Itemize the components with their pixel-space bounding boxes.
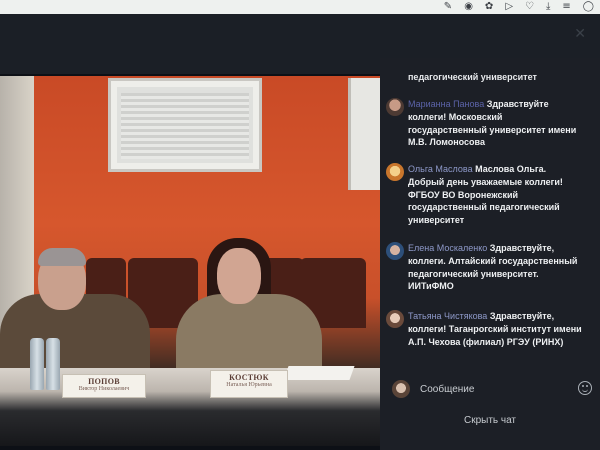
chat-panel: педагогический университет Марианна Пано… <box>380 58 600 450</box>
browser-toolbar: ✎ ◉ ✿ ▷ ♡ ⤓ ≡ ◯ <box>0 0 600 14</box>
play-icon[interactable]: ▷ <box>505 0 513 14</box>
heart-icon[interactable]: ♡ <box>525 0 534 14</box>
user-avatar <box>392 380 410 398</box>
water-bottle <box>30 338 44 390</box>
papers <box>283 366 355 380</box>
window-blind <box>108 78 262 172</box>
video-stream[interactable]: ПОПОВ Виктор Николаевич КОСТЮК Наталья Ю… <box>0 76 380 446</box>
chat-author[interactable]: Елена Москаленко <box>408 243 487 253</box>
profile-icon[interactable]: ◯ <box>583 0 594 14</box>
speaker-right-face <box>217 248 261 304</box>
download-icon[interactable]: ⤓ <box>546 0 550 14</box>
chat-message-text: Елена Москаленко Здравствуйте, коллеги. … <box>408 242 582 293</box>
nameplate-left-name: Виктор Николаевич <box>78 386 130 392</box>
chat-message-partial: педагогический университет <box>408 72 537 82</box>
nameplate-left: ПОПОВ Виктор Николаевич <box>62 374 146 398</box>
chat-message: Елена Москаленко Здравствуйте, коллеги. … <box>386 242 582 293</box>
chat-author[interactable]: Ольга Маслова <box>408 164 473 174</box>
edit-icon[interactable]: ✎ <box>444 0 452 14</box>
window-panel <box>348 78 380 190</box>
nameplate-right: КОСТЮК Наталья Юрьевна <box>210 370 288 398</box>
nameplate-right-surname: КОСТЮК <box>229 373 269 382</box>
message-input[interactable]: Сообщение <box>420 384 474 395</box>
chat-message: Марианна Панова Здравствуйте коллеги! Мо… <box>386 98 582 149</box>
menu-icon[interactable]: ≡ <box>562 0 570 14</box>
chat-author[interactable]: Марианна Панова <box>408 99 484 109</box>
chat-message-text: Татьяна Чистякова Здравствуйте, коллеги!… <box>408 310 582 348</box>
chat-message: Татьяна Чистякова Здравствуйте, коллеги!… <box>386 310 582 348</box>
close-icon[interactable]: ✕ <box>574 26 586 42</box>
hide-chat-button[interactable]: Скрыть чат <box>380 408 600 434</box>
water-bottle <box>46 338 60 390</box>
speaker-left-hair <box>38 248 86 266</box>
emoji-icon[interactable] <box>578 381 592 395</box>
nameplate-left-surname: ПОПОВ <box>88 377 120 386</box>
toolbar-icon-group: ✎ ◉ ✿ ▷ ♡ ⤓ ≡ ◯ <box>444 0 594 14</box>
chat-message: Ольга Маслова Маслова Ольга. Добрый день… <box>386 163 582 227</box>
puzzle-icon[interactable]: ✿ <box>485 0 493 14</box>
avatar[interactable] <box>386 242 404 260</box>
chat-message-text: Марианна Панова Здравствуйте коллеги! Мо… <box>408 98 582 149</box>
nameplate-right-name: Наталья Юрьевна <box>226 382 272 388</box>
avatar[interactable] <box>386 163 404 181</box>
chat-message-text: Ольга Маслова Маслова Ольга. Добрый день… <box>408 163 582 227</box>
chat-composer: Сообщение <box>380 374 600 404</box>
avatar[interactable] <box>386 310 404 328</box>
camera-icon[interactable]: ◉ <box>464 0 473 14</box>
avatar[interactable] <box>386 98 404 116</box>
chat-author[interactable]: Татьяна Чистякова <box>408 311 487 321</box>
